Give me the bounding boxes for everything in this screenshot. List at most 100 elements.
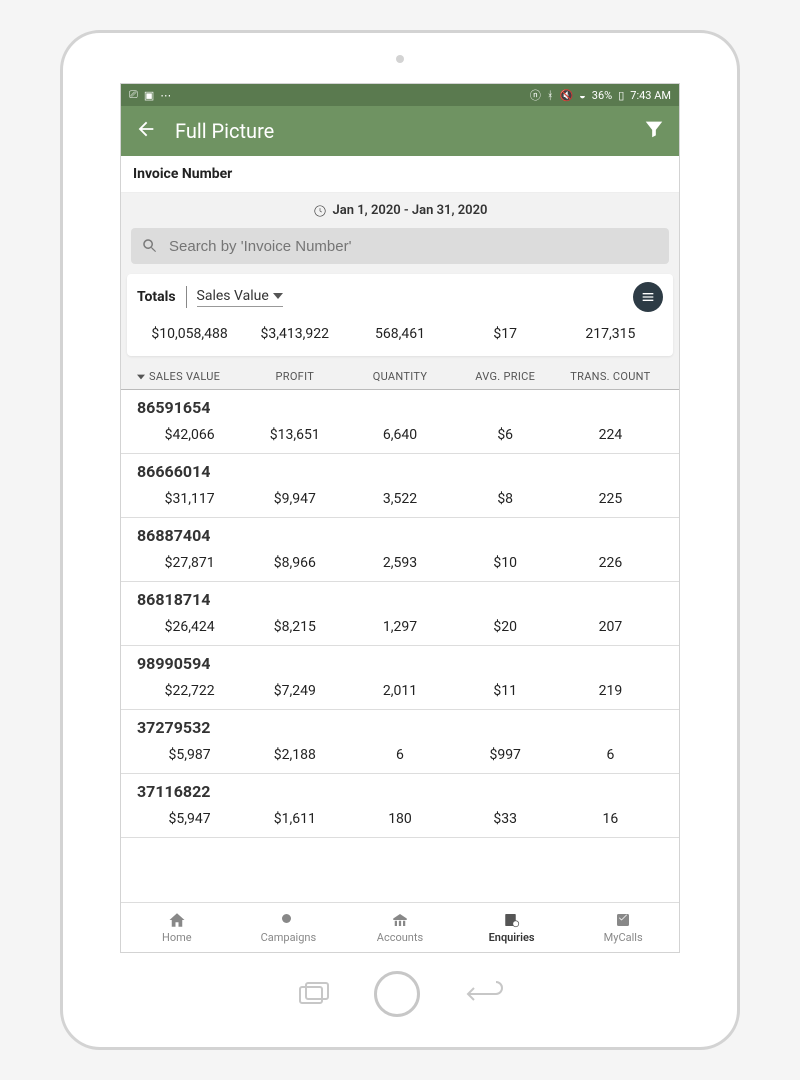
table-row[interactable]: 86887404$27,871$8,9662,593$10226	[121, 518, 679, 582]
row-trans-count: 226	[558, 555, 663, 571]
row-trans-count: 219	[558, 683, 663, 699]
tab-enquiries[interactable]: Enquiries	[456, 903, 568, 952]
row-profit: $1,611	[242, 811, 347, 827]
totals-profit: $3,413,922	[242, 326, 347, 342]
tab-mycalls[interactable]: MyCalls	[567, 903, 679, 952]
col-avg-price[interactable]: AVG. PRICE	[453, 370, 558, 383]
tab-accounts[interactable]: Accounts	[344, 903, 456, 952]
row-trans-count: 207	[558, 619, 663, 635]
content-area: Jan 1, 2020 - Jan 31, 2020 Totals Sales …	[121, 193, 679, 902]
row-trans-count: 6	[558, 747, 663, 763]
appbar-title: Full Picture	[175, 119, 625, 143]
col-quantity[interactable]: QUANTITY	[347, 370, 452, 383]
back-button[interactable]	[460, 979, 506, 1009]
totals-avg-price: $17	[453, 326, 558, 342]
table-row[interactable]: 86666014 $31,117$9,9473,522$8225	[121, 454, 679, 518]
row-quantity: 180	[347, 811, 452, 827]
search-icon	[141, 237, 159, 255]
row-quantity: 6,640	[347, 427, 452, 443]
home-button[interactable]	[374, 971, 420, 1017]
bottom-nav: Home Campaigns Accounts Enquiries MyCall…	[121, 902, 679, 952]
row-id: 37116822	[137, 782, 663, 801]
recent-apps-button[interactable]	[294, 979, 334, 1009]
totals-sales-value: $10,058,488	[137, 326, 242, 342]
table-row[interactable]: 37279532$5,987$2,1886$9976	[121, 710, 679, 774]
bluetooth-icon: ᚼ	[547, 89, 554, 102]
mute-icon: 🔇	[559, 89, 573, 102]
row-avg-price: $11	[453, 683, 558, 699]
row-profit: $8,215	[242, 619, 347, 635]
tab-home[interactable]: Home	[121, 903, 233, 952]
row-id: 37279532	[137, 718, 663, 737]
row-avg-price: $8	[453, 491, 558, 507]
table-row[interactable]: 37116822 $5,947$1,611180$3316	[121, 774, 679, 838]
row-sales-value: $26,424	[137, 619, 242, 635]
tab-campaigns[interactable]: Campaigns	[233, 903, 345, 952]
home-icon	[168, 911, 186, 929]
hardware-buttons	[294, 971, 506, 1017]
row-sales-value: $5,987	[137, 747, 242, 763]
mycalls-icon	[614, 911, 632, 929]
clock-icon	[313, 204, 327, 218]
row-id: 86818714	[137, 590, 663, 609]
cast-icon: ⎚	[129, 88, 138, 102]
col-trans-count[interactable]: TRANS. COUNT	[558, 370, 663, 383]
row-profit: $8,966	[242, 555, 347, 571]
sort-dropdown-value: Sales Value	[197, 288, 269, 304]
row-sales-value: $42,066	[137, 427, 242, 443]
campaigns-icon	[279, 911, 297, 929]
battery-icon: ▯	[618, 89, 624, 102]
table-row[interactable]: 86591654$42,066$13,6516,640$6224	[121, 390, 679, 454]
accounts-icon	[391, 911, 409, 929]
filter-icon[interactable]	[643, 118, 665, 144]
row-profit: $13,651	[242, 427, 347, 443]
row-avg-price: $10	[453, 555, 558, 571]
row-avg-price: $33	[453, 811, 558, 827]
row-sales-value: $5,947	[137, 811, 242, 827]
totals-quantity: 568,461	[347, 326, 452, 342]
appbar: Full Picture	[121, 106, 679, 156]
row-quantity: 2,593	[347, 555, 452, 571]
row-sales-value: $22,722	[137, 683, 242, 699]
tab-accounts-label: Accounts	[377, 931, 423, 944]
more-icon: ⋯	[160, 89, 171, 102]
totals-label: Totals	[137, 289, 176, 305]
camera-dot	[396, 55, 404, 63]
menu-button[interactable]	[633, 282, 663, 312]
divider	[186, 286, 187, 308]
clock-label: 7:43 AM	[630, 89, 671, 102]
row-profit: $7,249	[242, 683, 347, 699]
row-id: 86591654	[137, 398, 663, 417]
row-id: 86887404	[137, 526, 663, 545]
totals-card: Totals Sales Value $10,058,488 $3,413,92…	[127, 274, 673, 356]
row-id: 86666014	[137, 462, 663, 481]
tab-enquiries-label: Enquiries	[489, 931, 535, 944]
date-range[interactable]: Jan 1, 2020 - Jan 31, 2020	[121, 193, 679, 228]
row-sales-value: $31,117	[137, 491, 242, 507]
hamburger-icon	[640, 289, 656, 305]
android-statusbar: ⎚ ▣ ⋯ ⓝ ᚼ 🔇 ◒ 36% ▯ 7:43 AM	[121, 84, 679, 106]
row-quantity: 3,522	[347, 491, 452, 507]
tab-campaigns-label: Campaigns	[261, 931, 317, 944]
device-screen: ⎚ ▣ ⋯ ⓝ ᚼ 🔇 ◒ 36% ▯ 7:43 AM Full Picture	[120, 83, 680, 953]
col-sales-value[interactable]: SALES VALUE	[137, 370, 242, 383]
back-icon[interactable]	[135, 118, 157, 144]
row-trans-count: 16	[558, 811, 663, 827]
battery-label: 36%	[592, 89, 612, 102]
data-list[interactable]: 86591654$42,066$13,6516,640$622486666014…	[121, 389, 679, 902]
search-input-wrapper[interactable]	[131, 228, 669, 264]
tab-home-label: Home	[162, 931, 192, 944]
row-avg-price: $6	[453, 427, 558, 443]
row-trans-count: 225	[558, 491, 663, 507]
table-row[interactable]: 98990594$22,722$7,2492,011$11219	[121, 646, 679, 710]
row-quantity: 2,011	[347, 683, 452, 699]
search-input[interactable]	[169, 238, 659, 255]
row-profit: $9,947	[242, 491, 347, 507]
totals-trans-count: 217,315	[558, 326, 663, 342]
table-row[interactable]: 86818714$26,424$8,2151,297$20207	[121, 582, 679, 646]
row-quantity: 1,297	[347, 619, 452, 635]
wifi-icon: ◒	[579, 89, 586, 102]
sort-dropdown[interactable]: Sales Value	[197, 288, 283, 307]
nfc-icon: ⓝ	[530, 87, 541, 103]
col-profit[interactable]: PROFIT	[242, 370, 347, 383]
